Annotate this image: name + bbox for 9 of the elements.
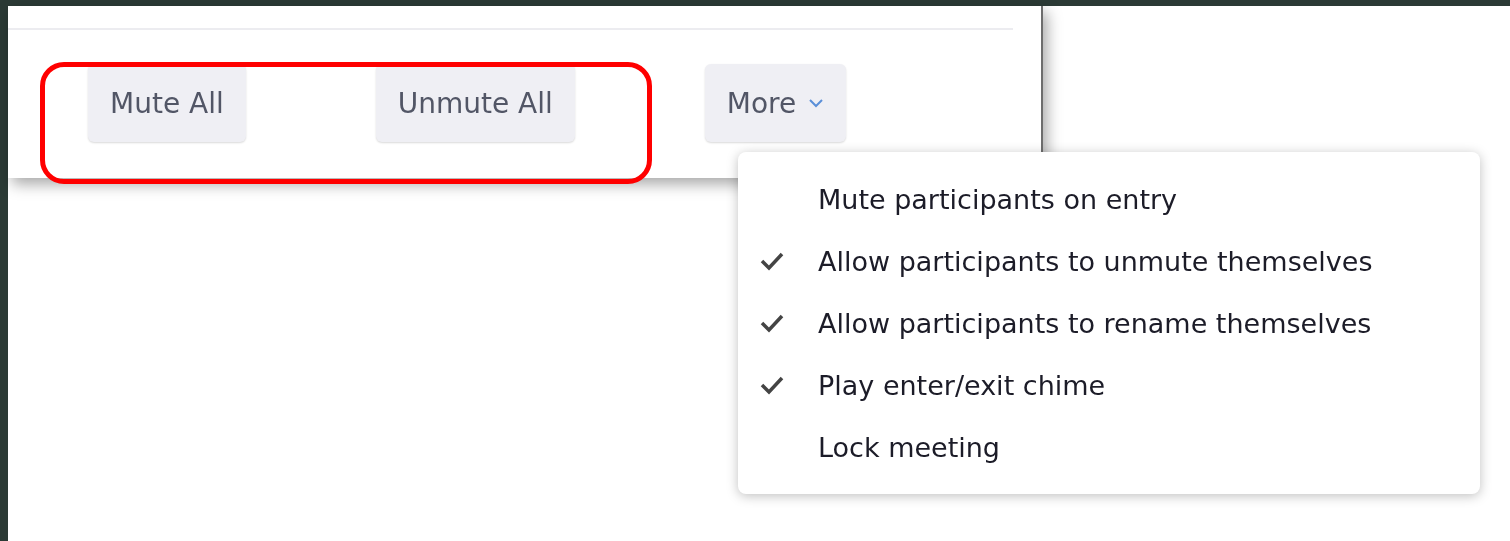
menu-item[interactable]: Play enter/exit chime (738, 354, 1480, 416)
menu-item[interactable]: Mute participants on entry (738, 168, 1480, 230)
chevron-down-icon (808, 98, 825, 108)
menu-item[interactable]: Lock meeting (738, 416, 1480, 478)
toolbar-button[interactable]: Mute All (88, 64, 246, 142)
toolbar-button[interactable]: Unmute All (375, 64, 575, 142)
more-dropdown-button[interactable]: More (704, 64, 847, 142)
menu-item[interactable]: Allow participants to rename themselves (738, 292, 1480, 354)
menu-item[interactable]: Allow participants to unmute themselves (738, 230, 1480, 292)
